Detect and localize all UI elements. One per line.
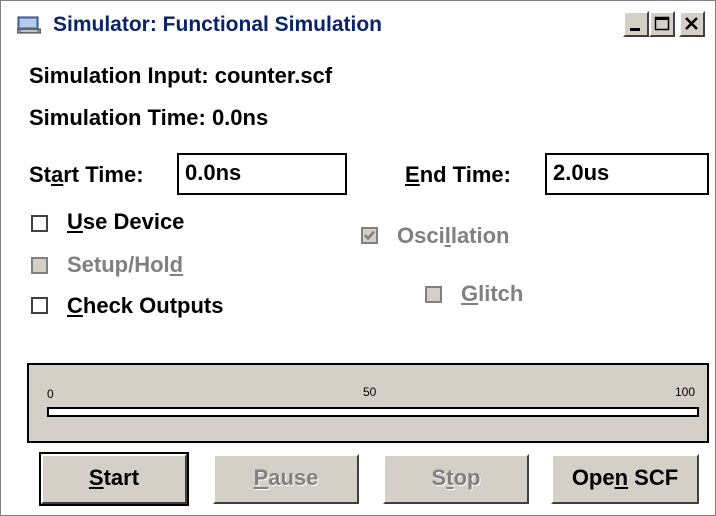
- close-icon: [685, 17, 698, 30]
- glitch-label[interactable]: Glitch: [461, 281, 523, 307]
- open-scf-button[interactable]: Open SCF: [551, 454, 699, 504]
- glitch-checkbox[interactable]: [425, 286, 442, 303]
- simulator-app-icon: [16, 15, 42, 35]
- maximize-icon: [654, 16, 670, 31]
- simulation-time-label: Simulation Time: 0.0ns: [29, 105, 269, 130]
- end-time-input[interactable]: 2.0us: [545, 153, 709, 195]
- progress-tick-100: 100: [675, 385, 696, 399]
- use-device-checkbox[interactable]: [31, 215, 48, 232]
- progress-tick-50: 50: [363, 385, 377, 399]
- pause-button[interactable]: Pause: [213, 454, 359, 504]
- simulation-progress-bar: [47, 407, 699, 417]
- setup-hold-checkbox[interactable]: [31, 257, 48, 274]
- simulation-progress-panel: 0 50 100: [27, 363, 709, 443]
- minimize-icon: [630, 28, 640, 31]
- end-time-label: End Time:: [405, 162, 511, 187]
- simulation-input-label: Simulation Input: counter.scf: [29, 63, 333, 88]
- progress-tick-0: 0: [47, 387, 54, 401]
- minimize-button[interactable]: [623, 11, 649, 37]
- oscillation-label[interactable]: Oscillation: [397, 223, 510, 249]
- setup-hold-label[interactable]: Setup/Hold: [67, 252, 183, 278]
- start-button[interactable]: Start: [39, 452, 189, 506]
- maximize-button[interactable]: [649, 11, 675, 37]
- start-time-input[interactable]: 0.0ns: [177, 153, 347, 195]
- use-device-label[interactable]: Use Device: [67, 209, 184, 235]
- checkmark-icon: [364, 230, 375, 241]
- check-outputs-checkbox[interactable]: [31, 297, 48, 314]
- check-outputs-label[interactable]: Check Outputs: [67, 293, 223, 319]
- start-time-label: Start Time:: [29, 162, 144, 187]
- title-bar[interactable]: Simulator: Functional Simulation: [3, 3, 715, 45]
- close-button[interactable]: [679, 11, 705, 37]
- stop-button[interactable]: Stop: [383, 454, 529, 504]
- window-title: Simulator: Functional Simulation: [53, 13, 383, 36]
- simulator-window: Simulator: Functional Simulation Simulat…: [0, 0, 716, 516]
- oscillation-checkbox[interactable]: [361, 227, 378, 244]
